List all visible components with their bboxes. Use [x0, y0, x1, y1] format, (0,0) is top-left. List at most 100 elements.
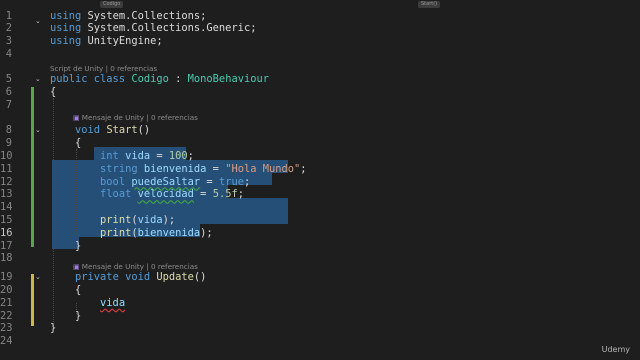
code-line[interactable]: 9 { [0, 137, 640, 150]
udemy-watermark: Udemy [601, 345, 630, 354]
code-line[interactable]: 19 private void Update() [0, 271, 640, 284]
code-line[interactable]: 10 int vida = 100; [0, 150, 640, 163]
code-line[interactable]: 20 { [0, 284, 640, 297]
code-token: } [50, 309, 82, 322]
line-number: 2 [5, 22, 12, 35]
line-number: 6 [5, 86, 12, 99]
line-number: 10 [0, 150, 13, 162]
code-text: using System.Collections; [50, 10, 206, 23]
code-text: float velocidad = 5.5f; [50, 188, 244, 201]
code-token: void [75, 124, 107, 137]
code-token: using [50, 22, 88, 35]
code-line[interactable]: 23} [0, 322, 640, 335]
code-token: } [50, 322, 57, 335]
code-line[interactable]: 18 [0, 252, 640, 265]
code-token: bienvenida [143, 162, 207, 175]
code-text: void Start() [50, 124, 150, 137]
line-number: 22 [0, 309, 13, 322]
line-number: 23 [0, 322, 13, 335]
codelens-class[interactable]: Script de Unity | 0 referencias [50, 63, 157, 74]
code-editor[interactable]: ⌄ ⌄ ⌄ ⌄ Script de Unity | 0 referencias … [0, 8, 640, 360]
code-line[interactable]: 2 using System.Collections.Generic; [0, 22, 640, 35]
line-number: 11 [0, 162, 13, 175]
code-line[interactable]: 7 [0, 99, 640, 112]
code-token: vida [100, 296, 126, 309]
line-number: 24 [0, 335, 13, 348]
unity-message-icon: ▣ [73, 113, 80, 122]
code-token: using [50, 35, 88, 48]
code-line[interactable]: 4 [0, 48, 640, 61]
code-token: true [218, 175, 244, 188]
code-token: float [100, 188, 138, 201]
code-token: ; [243, 175, 251, 188]
code-text: int vida = 100; [50, 150, 194, 163]
code-token: MonoBehaviour [187, 73, 269, 86]
code-token: { [50, 86, 57, 99]
code-token: using [50, 9, 88, 22]
line-number: 8 [5, 124, 12, 137]
code-line[interactable]: 17 } [0, 240, 640, 253]
code-line[interactable]: 22 } [0, 310, 640, 323]
line-number: 5 [5, 73, 12, 86]
code-line[interactable]: 3 using UnityEngine; [0, 35, 640, 48]
code-text: using UnityEngine; [50, 35, 163, 48]
code-token: private void [75, 271, 157, 284]
code-line[interactable]: 13 float velocidad = 5.5f; [0, 188, 640, 201]
codelens-start[interactable]: ▣ Mensaje de Unity | 0 referencias [73, 112, 198, 123]
code-token: ; [237, 188, 244, 201]
line-number: 15 [0, 214, 13, 226]
line-number: 14 [0, 201, 13, 214]
code-text: public class Codigo : MonoBehaviour [50, 73, 269, 86]
code-token: () [193, 271, 207, 284]
code-text: private void Update() [50, 271, 206, 284]
code-line[interactable]: 1 using System.Collections; [0, 10, 640, 23]
code-token: = [193, 188, 213, 201]
member-dropdown[interactable]: Start() [418, 1, 441, 8]
code-token: = [200, 175, 219, 188]
code-line[interactable]: 8 void Start() [0, 124, 640, 137]
code-token: vida [137, 214, 163, 226]
code-token: { [50, 137, 82, 150]
line-number: 20 [0, 284, 13, 296]
code-token: ); [162, 214, 176, 226]
code-text: print(vida); [50, 214, 175, 227]
code-text: { [50, 86, 56, 99]
code-token: Codigo [131, 73, 169, 86]
code-line[interactable]: 6{ [0, 86, 640, 99]
code-token: public class [50, 73, 132, 86]
code-token: velocidad [137, 188, 194, 201]
line-number: 3 [5, 35, 12, 48]
code-token: : [168, 73, 188, 86]
code-token: } [50, 239, 82, 252]
code-line[interactable]: 5 public class Codigo : MonoBehaviour [0, 73, 640, 86]
code-token: 5.5f [212, 188, 238, 201]
code-line[interactable]: 15 print(vida); [0, 214, 640, 227]
line-number: 13 [0, 188, 13, 201]
code-line[interactable]: 21 vida [0, 297, 640, 310]
code-token: ; [187, 150, 194, 162]
code-line[interactable]: 12 bool puedeSaltar = true; [0, 176, 640, 189]
code-line[interactable]: 11 string bienvenida = "Hola Mundo"; [0, 163, 640, 176]
code-text: } [50, 240, 81, 253]
code-text: { [50, 284, 81, 297]
code-token: "Hola Mundo" [225, 162, 301, 175]
code-text: vida [50, 297, 125, 310]
code-text: } [50, 310, 81, 323]
code-token: Start [106, 124, 138, 137]
code-line[interactable]: 14 [0, 201, 640, 214]
line-number: 21 [0, 296, 13, 309]
class-dropdown[interactable]: Codigo [100, 1, 124, 8]
code-line[interactable]: 24 [0, 335, 640, 348]
line-number: 1 [5, 9, 12, 22]
code-token: print [100, 226, 132, 239]
line-number: 17 [0, 239, 13, 252]
code-line[interactable]: 16 print(bienvenida); [0, 227, 640, 240]
code-token: puedeSaltar [131, 175, 201, 188]
